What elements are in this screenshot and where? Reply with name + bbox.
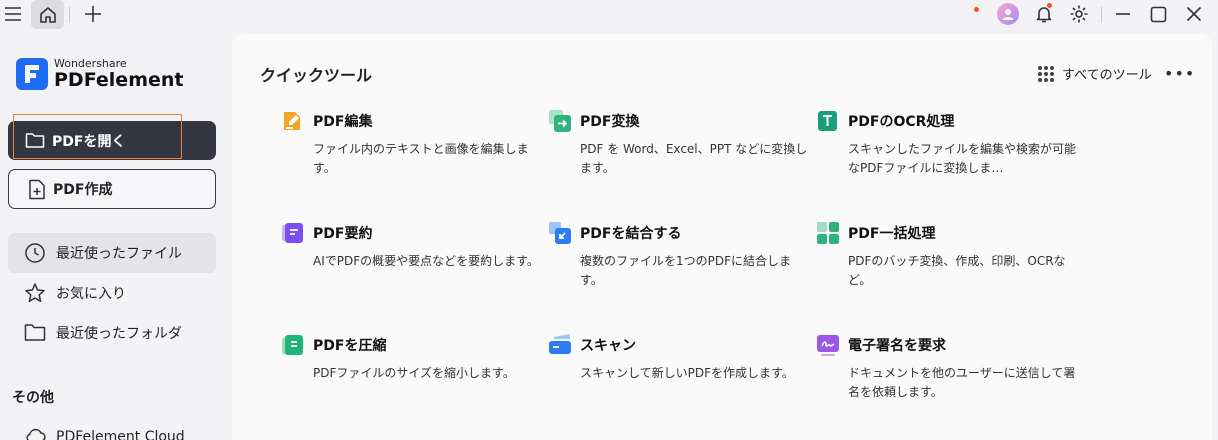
tool-card-pdf-edit[interactable]: PDF編集 ファイル内のテキストと画像を編集します。 [281,109,531,199]
home-tab[interactable] [31,0,64,29]
all-tools-label: すべてのツール [1062,68,1152,83]
tool-card-pdf-combine[interactable]: PDFを結合する 複数のファイルを1つのPDFに結合します。 [548,221,798,311]
grid-icon [1038,65,1054,82]
minimize-icon[interactable] [1112,4,1134,24]
tool-title: PDFを圧縮 [313,338,387,354]
plus-icon[interactable] [82,3,104,25]
star-icon [24,282,46,304]
avatar[interactable] [997,3,1019,25]
tool-title: 電子署名を要求 [848,338,946,354]
scrollbar[interactable] [1212,34,1218,440]
sidebar-item-recent-folders[interactable]: 最近使ったフォルダ [8,313,216,353]
folder-icon [24,322,46,344]
tool-title: スキャン [580,338,636,354]
tool-card-request-esign[interactable]: 電子署名を要求 ドキュメントを他のユーザーに送信して署名を依頼します。 [816,333,1075,423]
bell-badge [1047,3,1052,8]
sidebar-item-cloud[interactable]: PDFelement Cloud [8,417,216,440]
tool-title: PDF一括処理 [848,226,936,242]
esign-icon [816,333,840,357]
notification-dot [974,7,979,12]
focus-outline [13,114,182,159]
tool-description: AIでPDFの概要や要点などを要約します。 [313,254,539,268]
tool-description: ファイル内のテキストと画像を編集します。 [313,142,529,175]
tool-title: PDFのOCR処理 [848,114,955,130]
tool-card-pdf-summarize[interactable]: PDF要約 AIでPDFの概要や要点などを要約します。 [281,221,539,311]
scan-icon [548,333,572,357]
pdfelement-logo-icon [16,58,48,90]
tool-title: PDF変換 [580,114,640,130]
tool-description: 複数のファイルを1つのPDFに結合します。 [580,254,792,287]
sidebar: Wondershare PDFelement PDFを開く PDF作成 最近使っ… [0,30,232,440]
title-bar-divider [69,7,70,23]
combine-icon [548,221,572,245]
hamburger-icon[interactable] [3,5,23,23]
ocr-icon [816,109,840,133]
home-icon [37,4,58,25]
close-icon[interactable] [1183,4,1205,24]
gear-icon[interactable] [1068,3,1090,25]
section-heading-other: その他 [12,390,54,406]
sidebar-item-label: 最近使ったフォルダ [56,326,182,342]
title-bar-divider-right [1101,7,1102,23]
compress-icon [281,333,305,357]
sidebar-item-label: 最近使ったファイル [56,246,182,262]
cloud-icon [24,426,46,440]
page-title: クイックツール [260,66,373,85]
tool-title: PDF要約 [313,226,373,242]
tool-description: スキャンしたファイルを編集や検索が可能なPDFファイルに変換しま… [848,142,1076,175]
batch-icon [816,221,840,245]
all-tools-button[interactable]: すべてのツール [1038,64,1152,83]
logo-brand: Wondershare [54,57,127,70]
tool-card-pdf-convert[interactable]: PDF変換 PDF を Word、Excel、PPT などに変換します。 [548,109,807,199]
tool-description: スキャンして新しいPDFを作成します。 [580,366,794,380]
clock-icon [24,242,46,264]
sidebar-item-label: PDFelement Cloud [56,429,185,440]
tool-card-pdf-batch[interactable]: PDF一括処理 PDFのバッチ変換、作成、印刷、OCRなど。 [816,221,1066,311]
edit-pdf-icon [281,109,305,133]
tool-card-pdf-compress[interactable]: PDFを圧縮 PDFファイルのサイズを縮小します。 [281,333,531,423]
tool-card-scan[interactable]: スキャン スキャンして新しいPDFを作成します。 [548,333,798,423]
tool-description: PDFファイルのサイズを縮小します。 [313,366,515,380]
more-options-icon[interactable]: ••• [1164,64,1195,83]
summarize-icon [281,221,305,245]
create-file-icon [28,179,46,200]
create-pdf-label: PDF作成 [53,182,113,198]
sidebar-item-label: お気に入り [56,286,126,302]
tool-description: PDF を Word、Excel、PPT などに変換します。 [580,142,808,175]
app-logo: Wondershare PDFelement [16,58,183,90]
tool-description: PDFのバッチ変換、作成、印刷、OCRなど。 [848,254,1066,287]
maximize-icon[interactable] [1147,4,1169,24]
sidebar-item-recent-files[interactable]: 最近使ったファイル [8,233,216,273]
quick-tools-panel: クイックツール すべてのツール ••• PDF編集 ファイル内のテキストと画像を… [232,34,1212,440]
logo-product: PDFelement [54,69,184,91]
tool-description: ドキュメントを他のユーザーに送信して署名を依頼します。 [848,366,1076,399]
tool-title: PDFを結合する [580,226,682,242]
create-pdf-button[interactable]: PDF作成 [8,169,216,209]
tool-card-pdf-ocr[interactable]: PDFのOCR処理 スキャンしたファイルを編集や検索が可能なPDFファイルに変換… [816,109,1076,199]
title-bar [0,0,1218,30]
tool-title: PDF編集 [313,114,373,130]
convert-pdf-icon [548,109,572,133]
sidebar-item-favorites[interactable]: お気に入り [8,273,216,313]
